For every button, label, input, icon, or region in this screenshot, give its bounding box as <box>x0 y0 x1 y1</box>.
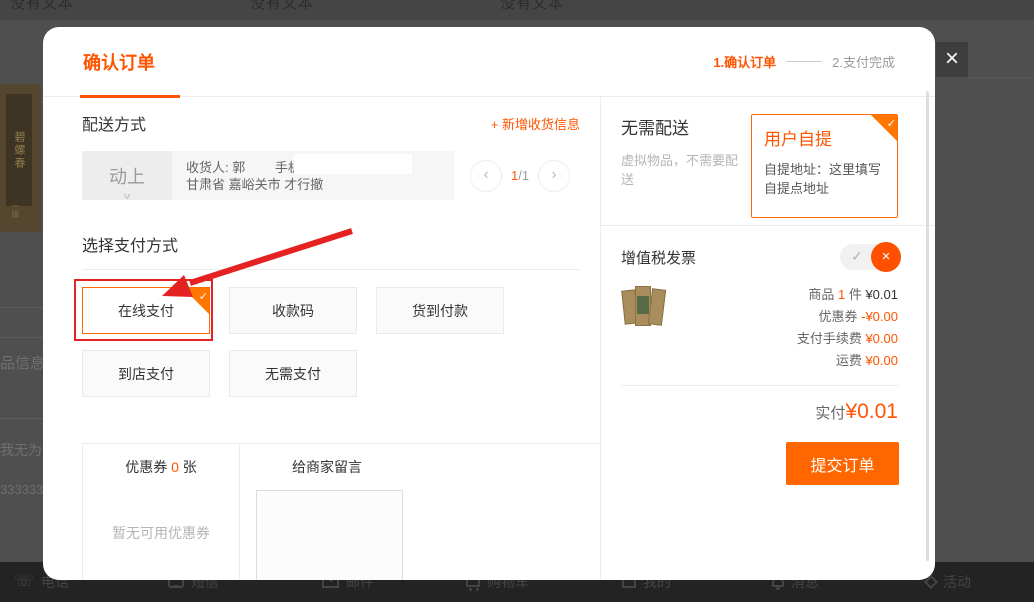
divider <box>0 307 43 308</box>
selected-check-badge: ✓ <box>871 115 897 141</box>
divider <box>968 77 1034 78</box>
summary-row-shipping: 运费 ¥0.00 <box>665 350 898 372</box>
title-underline <box>80 95 180 98</box>
close-icon: × <box>945 45 959 72</box>
vat-invoice-heading: 增值税发票 <box>621 247 696 268</box>
product-grade-label: 一级 <box>10 202 21 218</box>
selected-check-badge: ✓ <box>183 288 209 314</box>
product-thumbnail <box>623 284 665 328</box>
address-tag-label: 动上 <box>109 163 145 189</box>
payment-option-label: 无需支付 <box>265 364 321 384</box>
payment-option-none[interactable]: 无需支付 <box>229 350 357 397</box>
payment-option-qrcode[interactable]: 收款码 <box>229 287 357 334</box>
step-payment-complete: 2.支付完成 <box>832 52 895 71</box>
divider <box>0 337 43 338</box>
self-pickup-title: 用户自提 <box>764 125 885 150</box>
goods-count: 1 <box>838 287 845 302</box>
payment-method-heading: 选择支付方式 <box>82 232 580 270</box>
chevron-right-icon: › <box>551 166 556 183</box>
check-icon: ✓ <box>851 248 863 265</box>
goods-value: ¥0.01 <box>865 287 898 302</box>
coupon-title: 优惠券 0 张 <box>83 457 239 477</box>
coupon-empty-text: 暂无可用优惠券 <box>83 523 239 543</box>
divider <box>0 418 43 419</box>
payment-option-label: 在线支付 <box>118 301 174 321</box>
payment-option-label: 货到付款 <box>412 301 468 321</box>
page-indicator: 1/1 <box>511 168 529 183</box>
phone-redaction <box>294 154 412 174</box>
bg-text-chat: 我无为 <box>0 440 42 460</box>
invoice-toggle[interactable]: ✓ × <box>840 244 898 270</box>
submit-order-button[interactable]: 提交订单 <box>786 442 899 485</box>
price-summary: 商品 1 件 ¥0.01 优惠券 -¥0.00 支付手续费 ¥0.00 <box>665 284 898 372</box>
product-package-label: 碧螺春 <box>6 94 32 206</box>
receiver-label: 收货人: 郭 <box>186 160 245 175</box>
total-pages: 1 <box>522 168 529 183</box>
step-confirm-order: 1.确认订单 <box>713 52 776 71</box>
step-connector <box>786 61 822 62</box>
address-info: 收货人: 郭 手机: 甘肃省 嘉峪关市 才行撤 <box>172 151 454 200</box>
no-delivery-option[interactable]: 无需配送 虚拟物品，不需要配送 <box>621 114 747 225</box>
coupon-count: 0 <box>171 459 179 475</box>
background-page-header: 没有文本 没有文本 没有文本 <box>0 0 1034 20</box>
phone-icon: ☏ <box>14 575 34 589</box>
address-line: 甘肃省 嘉峪关市 才行撤 <box>186 176 454 193</box>
total-value: ¥0.01 <box>845 400 898 423</box>
summary-row-fee: 支付手续费 ¥0.00 <box>665 328 898 350</box>
bg-header-text: 没有文本 <box>500 0 564 13</box>
bg-header-text: 没有文本 <box>10 0 74 13</box>
check-icon: ✓ <box>199 290 208 303</box>
address-card[interactable]: 动上 ∨ 收货人: 郭 手机: 甘肃省 嘉峪关市 才行撤 <box>82 151 454 200</box>
total-line: 实付¥0.01 <box>601 386 935 424</box>
confirm-order-modal: 确认订单 1.确认订单 2.支付完成 配送方式 + 新增收货信息 动上 <box>43 27 935 580</box>
bg-text-info: 品信息 <box>0 352 45 373</box>
check-icon: ✓ <box>887 117 896 130</box>
toggle-off-icon: × <box>871 242 901 272</box>
left-column: 配送方式 + 新增收货信息 动上 ∨ 收货人: 郭 手机: <box>43 97 600 579</box>
payment-option-label: 收款码 <box>272 301 314 321</box>
screen: 没有文本 没有文本 没有文本 碧螺春 一级 品信息 我无为 3333333333… <box>0 0 1034 602</box>
self-pickup-desc: 自提地址：这里填写自提点地址 <box>764 160 885 198</box>
page-title: 确认订单 <box>83 49 155 75</box>
chevron-left-icon: ‹ <box>483 166 488 183</box>
summary-row-coupon: 优惠券 -¥0.00 <box>665 306 898 328</box>
summary-row-goods: 商品 1 件 ¥0.01 <box>665 284 898 306</box>
right-column: 无需配送 虚拟物品，不需要配送 用户自提 自提地址：这里填写自提点地址 ✓ 增值… <box>600 97 935 579</box>
close-button[interactable]: × <box>936 42 968 77</box>
merchant-message-input[interactable] <box>256 490 403 580</box>
chevron-down-icon: ∨ <box>122 191 133 202</box>
delivery-method-heading: 配送方式 <box>82 111 146 135</box>
toolbar-item-label: 活动 <box>943 572 971 592</box>
bg-header-text: 没有文本 <box>250 0 314 13</box>
message-panel: 给商家留言 <box>240 444 403 580</box>
coupon-panel[interactable]: 优惠券 0 张 暂无可用优惠券 <box>82 444 240 580</box>
background-product-image: 碧螺春 一级 <box>0 84 41 232</box>
address-pager: ‹ 1/1 › <box>470 160 570 192</box>
payment-option-online[interactable]: 在线支付 ✓ <box>82 287 210 334</box>
self-pickup-option[interactable]: 用户自提 自提地址：这里填写自提点地址 ✓ <box>751 114 898 218</box>
payment-option-label: 到店支付 <box>118 364 174 384</box>
no-delivery-desc: 虚拟物品，不需要配送 <box>621 151 747 189</box>
merchant-message-heading: 给商家留言 <box>256 457 398 477</box>
payment-option-instore[interactable]: 到店支付 <box>82 350 210 397</box>
steps-indicator: 1.确认订单 2.支付完成 <box>713 52 895 71</box>
next-page-button[interactable]: › <box>538 160 570 192</box>
total-label: 实付 <box>815 405 845 422</box>
prev-page-button[interactable]: ‹ <box>470 160 502 192</box>
modal-scrollbar[interactable] <box>926 91 929 561</box>
address-tag[interactable]: 动上 ∨ <box>82 151 172 200</box>
modal-header: 确认订单 1.确认订单 2.支付完成 <box>43 27 935 97</box>
payment-option-cod[interactable]: 货到付款 <box>376 287 504 334</box>
no-delivery-title: 无需配送 <box>621 114 747 139</box>
add-address-link[interactable]: + 新增收货信息 <box>491 114 580 133</box>
